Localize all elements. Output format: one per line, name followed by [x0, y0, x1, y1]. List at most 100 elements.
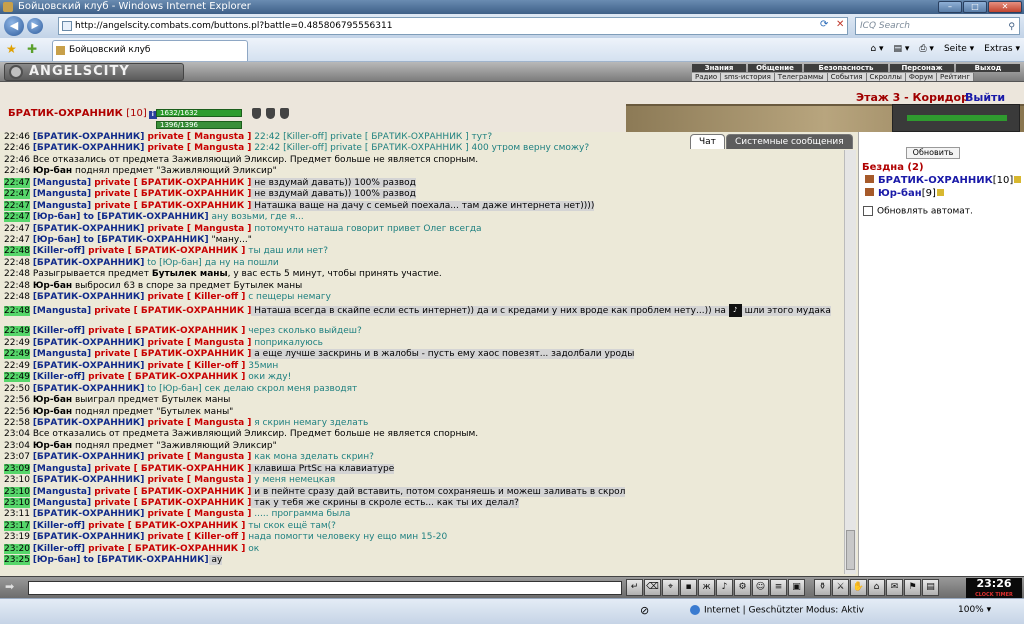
chat-input[interactable] — [28, 581, 622, 595]
auto-refresh-checkbox[interactable] — [863, 206, 873, 216]
chat-user-link[interactable]: [Killer-off] — [33, 326, 85, 336]
clear-icon[interactable]: ⌫ — [644, 579, 661, 596]
page-menu[interactable]: Seite ▾ — [944, 42, 974, 57]
submenu-forum[interactable]: Форум — [906, 73, 938, 81]
chat-user-link[interactable]: [БРАТИК-ОХРАННИК] — [33, 384, 145, 394]
chat-private-tag[interactable]: private [ Mangusta ] — [144, 509, 251, 519]
chat-user-link[interactable]: [Mangusta] — [33, 487, 91, 497]
chat-user-link[interactable]: to [БРАТИК-ОХРАННИК] — [80, 212, 208, 222]
inventory-icon[interactable]: ⚱ — [814, 579, 831, 596]
tab-system-messages[interactable]: Системные сообщения — [725, 134, 853, 149]
chat-user-link[interactable]: [БРАТИК-ОХРАННИК] — [33, 509, 145, 519]
refresh-icon[interactable]: ⟳ — [820, 19, 828, 30]
music-icon[interactable]: ♪ — [716, 579, 733, 596]
chat-user-link[interactable]: [Killer-off] — [33, 246, 85, 256]
search-icon[interactable]: ⚲ — [1008, 19, 1015, 35]
add-favorite-icon[interactable]: ✚ — [27, 42, 37, 56]
submenu-telegrams[interactable]: Телеграммы — [775, 73, 828, 81]
quest-icon[interactable]: ⚑ — [904, 579, 921, 596]
chat-user-link[interactable]: [Mangusta] — [33, 306, 91, 316]
chat-user-link[interactable]: [Mangusta] — [33, 349, 91, 359]
save-icon[interactable]: ▪ — [680, 579, 697, 596]
chat-private-tag[interactable]: private [ Mangusta ] — [144, 132, 251, 142]
character-name[interactable]: БРАТИК-ОХРАННИК [10] i — [8, 108, 157, 119]
chat-user-link[interactable]: [БРАТИК-ОХРАННИК] — [33, 361, 145, 371]
chat-user-link[interactable]: [Mangusta] — [33, 178, 91, 188]
smile-icon[interactable]: ☺ — [752, 579, 769, 596]
chat-user-link[interactable]: to [БРАТИК-ОХРАННИК] — [80, 235, 208, 245]
fighter-icon[interactable]: ✋ — [850, 579, 867, 596]
info-icon[interactable] — [1014, 176, 1022, 183]
chat-user-link[interactable]: [БРАТИК-ОХРАННИК] — [33, 452, 145, 462]
chat-user-link[interactable]: [Killer-off] — [33, 372, 85, 382]
private-message-icon[interactable] — [865, 175, 874, 183]
player-row[interactable]: БРАТИК-ОХРАННИК[10] — [865, 175, 1022, 186]
menu-item-communication[interactable]: Общение — [748, 64, 802, 72]
search-input[interactable]: ICQ Search ⚲ — [855, 17, 1020, 35]
chat-private-tag[interactable]: private [ Mangusta ] — [144, 452, 251, 462]
chat-private-tag[interactable]: private [ Mangusta ] — [144, 143, 251, 153]
tab-chat[interactable]: Чат — [690, 134, 725, 149]
submenu-events[interactable]: События — [828, 73, 867, 81]
chat-private-tag[interactable]: private [ БРАТИК-ОХРАННИК ] — [91, 349, 251, 359]
feeds-icon[interactable]: ▤ ▾ — [893, 42, 909, 57]
chat-private-tag[interactable]: private [ Mangusta ] — [144, 418, 251, 428]
settings-icon[interactable]: ⚙ — [734, 579, 751, 596]
maximize-button[interactable]: □ — [963, 1, 987, 13]
chat-private-tag[interactable]: private [ БРАТИК-ОХРАННИК ] — [91, 306, 251, 316]
chat-user-link[interactable]: [Юр-бан] — [33, 555, 81, 565]
close-button[interactable]: ✕ — [988, 1, 1022, 13]
chat-private-tag[interactable]: private [ БРАТИК-ОХРАННИК ] — [91, 201, 251, 211]
translit-icon[interactable]: ж — [698, 579, 715, 596]
submenu-scrolls[interactable]: Скроллы — [867, 73, 906, 81]
chat-user-link[interactable]: [БРАТИК-ОХРАННИК] — [33, 132, 145, 142]
chat-private-tag[interactable]: private [ БРАТИК-ОХРАННИК ] — [85, 544, 245, 554]
chat-user-link[interactable]: [Юр-бан] — [33, 235, 81, 245]
chat-private-tag[interactable]: private [ Mangusta ] — [144, 475, 251, 485]
submenu-rating[interactable]: Рейтинг — [937, 73, 975, 81]
menu-item-knowledge[interactable]: Знания — [692, 64, 746, 72]
player-row[interactable]: Юр-бан[9] — [865, 188, 944, 199]
security-zone[interactable]: Internet | Geschützter Modus: Aktiv — [690, 605, 864, 616]
chat-private-tag[interactable]: private [ БРАТИК-ОХРАННИК ] — [85, 246, 245, 256]
private-message-icon[interactable] — [865, 188, 874, 196]
favorites-star-icon[interactable]: ★ — [6, 42, 17, 56]
scroll-icon[interactable]: ≡ — [770, 579, 787, 596]
chat-user-link[interactable]: [Killer-off] — [33, 544, 85, 554]
map-icon[interactable]: ⌂ — [868, 579, 885, 596]
chat-private-tag[interactable]: private [ Mangusta ] — [144, 338, 251, 348]
chat-private-tag[interactable]: private [ БРАТИК-ОХРАННИК ] — [91, 498, 251, 508]
chat-user-link[interactable]: [Mangusta] — [33, 189, 91, 199]
chat-scrollbar[interactable] — [844, 150, 856, 574]
menu-item-exit[interactable]: Выход — [956, 64, 1020, 72]
minimize-button[interactable]: – — [938, 1, 962, 13]
address-input[interactable]: http://angelscity.combats.com/buttons.pl… — [58, 17, 848, 35]
chat-user-link[interactable]: [Killer-off] — [33, 521, 85, 531]
chat-user-link[interactable]: [БРАТИК-ОХРАННИК] — [33, 224, 145, 234]
chat-user-link[interactable]: [БРАТИК-ОХРАННИК] — [33, 475, 145, 485]
chat-private-tag[interactable]: private [ БРАТИК-ОХРАННИК ] — [91, 464, 251, 474]
scrollbar-thumb[interactable] — [846, 530, 855, 570]
room-icon[interactable]: ▣ — [788, 579, 805, 596]
chat-user-link[interactable]: [Mangusta] — [33, 201, 91, 211]
chat-private-tag[interactable]: private [ БРАТИК-ОХРАННИК ] — [85, 521, 245, 531]
filter-icon[interactable]: ⌖ — [662, 579, 679, 596]
back-arrow-icon[interactable]: ◀ — [4, 16, 24, 36]
chat-private-tag[interactable]: private [ БРАТИК-ОХРАННИК ] — [91, 487, 251, 497]
send-arrow-icon[interactable]: ➡ — [5, 580, 14, 593]
menu-item-security[interactable]: Безопасность — [804, 64, 888, 72]
chat-user-link[interactable]: to [БРАТИК-ОХРАННИК] — [80, 555, 208, 565]
chat-user-link[interactable]: [Mangusta] — [33, 464, 91, 474]
info-icon[interactable] — [936, 189, 944, 196]
chat-private-tag[interactable]: private [ БРАТИК-ОХРАННИК ] — [91, 189, 251, 199]
refresh-button[interactable]: Обновить — [906, 147, 960, 159]
chat-user-link[interactable]: [БРАТИК-ОХРАННИК] — [33, 418, 145, 428]
chat-user-link[interactable]: [БРАТИК-ОХРАННИК] — [33, 532, 145, 542]
browser-tab[interactable]: Бойцовский клуб — [52, 40, 248, 61]
chat-private-tag[interactable]: private [ БРАТИК-ОХРАННИК ] — [91, 178, 251, 188]
chat-private-tag[interactable]: private [ Killer-off ] — [144, 532, 245, 542]
chat-private-tag[interactable]: private [ Killer-off ] — [144, 292, 245, 302]
chat-private-tag[interactable]: private [ Mangusta ] — [144, 224, 251, 234]
enter-icon[interactable]: ↵ — [626, 579, 643, 596]
chat-user-link[interactable]: [БРАТИК-ОХРАННИК] — [33, 143, 145, 153]
